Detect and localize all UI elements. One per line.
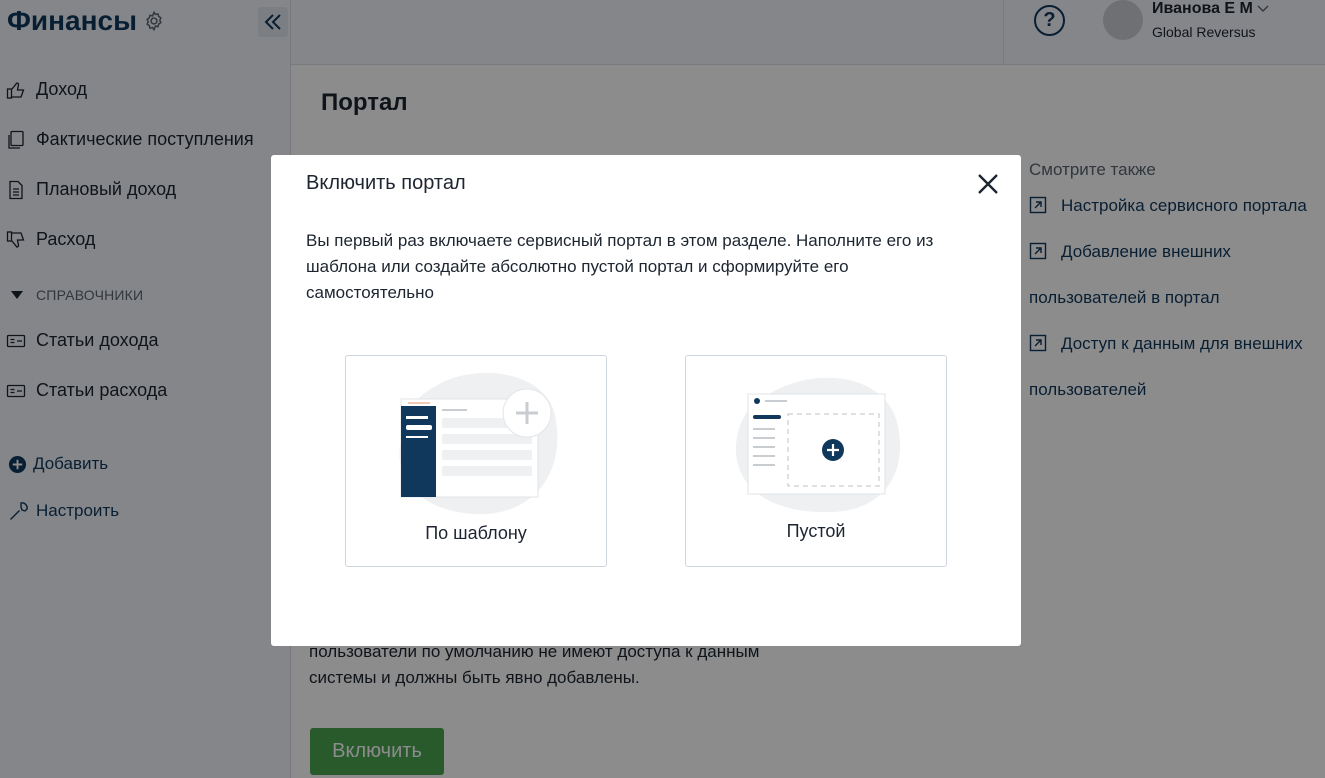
empty-portal-illustration-icon	[735, 377, 901, 513]
close-icon[interactable]	[975, 171, 1001, 197]
option-template-label: По шаблону	[425, 523, 527, 543]
description-line: самостоятельно	[306, 283, 434, 302]
description-line: шаблона или создайте абсолютно пустой по…	[306, 257, 849, 276]
dialog-title: Включить портал	[306, 172, 466, 194]
option-empty-card[interactable]: Пустой	[685, 355, 947, 567]
template-illustration-icon	[399, 372, 558, 515]
option-empty-label: Пустой	[786, 521, 846, 541]
dialog-description: Вы первый раз включаете сервисный портал…	[306, 228, 986, 306]
enable-portal-dialog: Включить портал Вы первый раз включаете …	[271, 155, 1021, 646]
option-template-card[interactable]: По шаблону	[345, 355, 607, 567]
description-line: Вы первый раз включаете сервисный портал…	[306, 231, 934, 250]
